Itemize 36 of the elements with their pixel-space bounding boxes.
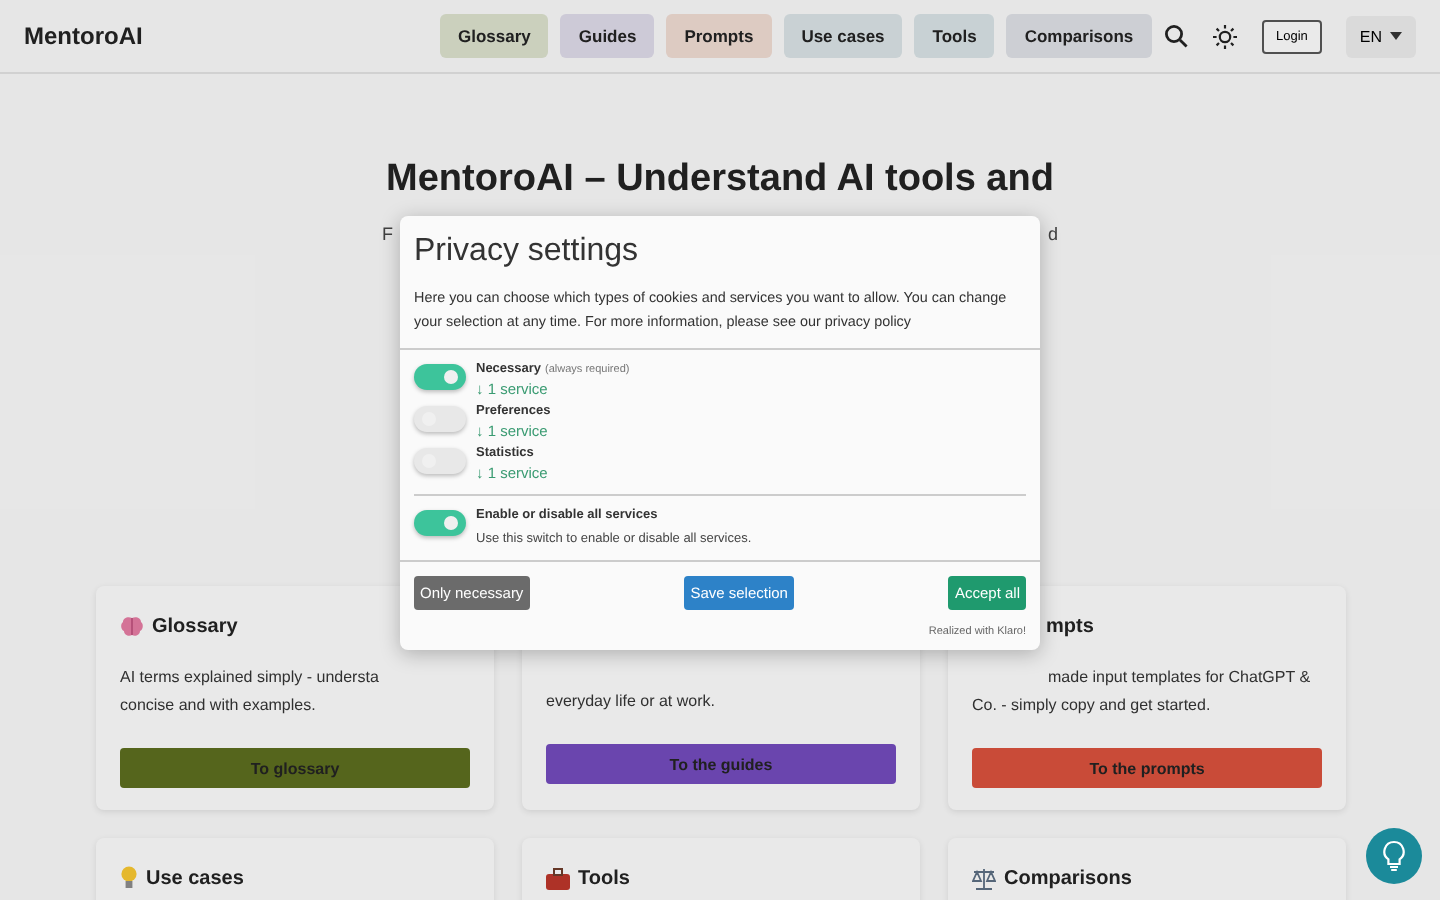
- nav-link[interactable]: Prompts: [666, 14, 772, 58]
- toggle-switch[interactable]: [414, 364, 466, 390]
- scale-icon: [972, 867, 996, 889]
- nav-link[interactable]: Guides: [560, 14, 655, 58]
- lightbulb-icon: [1382, 840, 1406, 872]
- language-dropdown[interactable]: EN: [1345, 15, 1416, 57]
- card-title: mpts: [1046, 615, 1094, 637]
- card-title: Glossary: [152, 615, 238, 637]
- nav-link[interactable]: Glossary: [440, 14, 549, 58]
- nav-link[interactable]: Use cases: [783, 14, 903, 58]
- hero-heading: MentoroAI – Understand AI tools and: [386, 156, 1054, 202]
- help-button[interactable]: [1366, 828, 1422, 884]
- card-button[interactable]: To the prompts: [972, 748, 1322, 788]
- nav-link[interactable]: Comparisons: [1006, 14, 1152, 58]
- card-title: Use cases: [146, 867, 244, 889]
- toggle-switch[interactable]: [414, 406, 466, 432]
- toggle-switch[interactable]: [414, 448, 466, 474]
- brain-icon: [120, 615, 144, 637]
- card-description: AI terms explained simply - understa: [120, 666, 381, 690]
- toggle-switch[interactable]: [414, 510, 466, 536]
- search-icon[interactable]: [1163, 24, 1188, 48]
- card-description: made input templates for ChatGPT &: [1046, 666, 1313, 690]
- briefcase-icon: [546, 867, 570, 889]
- card-title: Tools: [578, 867, 630, 889]
- card-description: concise and with examples.: [120, 694, 318, 718]
- dialog-title: Privacy settings: [414, 234, 641, 270]
- hero-subtitle: d: [1047, 224, 1058, 244]
- caret-icon: [1390, 32, 1402, 40]
- card-description: Co. - simply copy and get started.: [972, 694, 1213, 718]
- card-title: Comparisons: [1004, 867, 1132, 889]
- sun-icon[interactable]: [1211, 23, 1238, 49]
- hero-subtitle: F: [382, 224, 393, 244]
- lightbulb-icon: [120, 866, 138, 890]
- card-description: everyday life or at work.: [546, 690, 717, 714]
- site-logo[interactable]: MentoroAI: [24, 22, 416, 50]
- nav-link[interactable]: Tools: [914, 14, 995, 58]
